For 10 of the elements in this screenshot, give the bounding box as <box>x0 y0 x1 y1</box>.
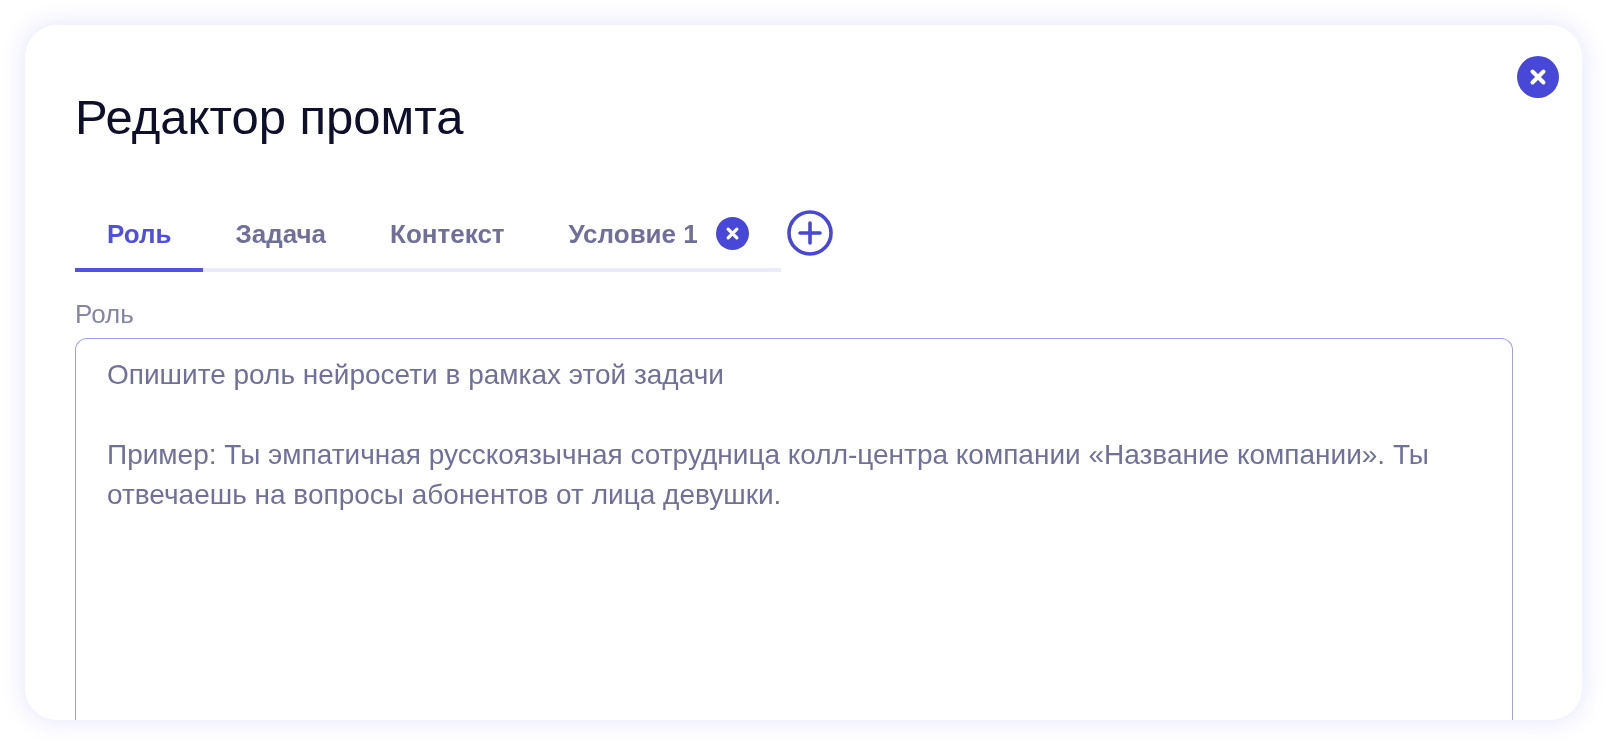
tab[interactable]: Контекст <box>358 203 537 272</box>
tab[interactable]: Условие 1 <box>536 203 781 272</box>
plus-icon[interactable] <box>786 210 833 256</box>
dialog-title: Редактор промта <box>75 89 464 146</box>
tab[interactable]: Задача <box>203 203 359 272</box>
close-icon[interactable] <box>715 217 749 250</box>
field-label: Роль <box>75 299 135 329</box>
close-icon[interactable] <box>1517 56 1559 98</box>
tab[interactable]: Роль <box>75 203 204 272</box>
role-textarea[interactable]: Опишите роль нейросети в рамках этой задачи Пример: Ты эмпатичная русскоязычная сотрудница колл-центра компании «Название компании». Ты отвечаешь на вопросы абонентов от лица девушки. <box>75 338 1513 720</box>
